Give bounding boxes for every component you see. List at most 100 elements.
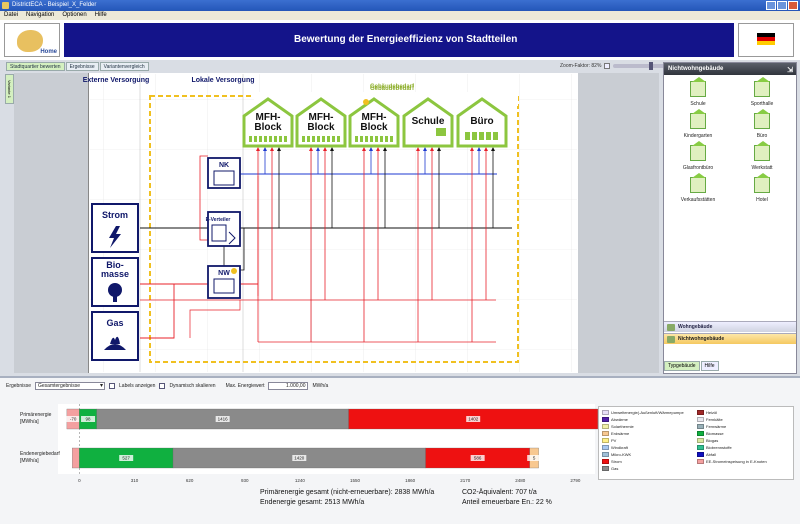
window-titlebar: DistrictECA - Beispiel_X_Felder: [0, 0, 800, 11]
max-energy-unit: MWh/a: [312, 383, 329, 389]
window-title: DistrictECA - Beispiel_X_Felder: [12, 2, 97, 8]
maximize-button[interactable]: [777, 1, 787, 10]
logo-graphic: [17, 30, 43, 52]
legend-swatch: [602, 445, 609, 450]
palette-item-7[interactable]: Hotel: [730, 173, 794, 203]
chart-legend: Umweltenergie(-Außenluft/Wärmepumpe Heizö…: [598, 406, 794, 480]
palette-item-5[interactable]: Werkstatt: [730, 141, 794, 171]
dynamic-scale-checkbox[interactable]: [159, 383, 166, 389]
logo-text: Home: [40, 49, 57, 55]
zoom-out-button[interactable]: [604, 63, 611, 69]
gym-icon: [754, 77, 770, 97]
palette-item-6[interactable]: Verkaufsstätten: [666, 173, 730, 203]
legend-swatch: [602, 459, 609, 464]
german-flag-icon[interactable]: [738, 23, 794, 57]
palette-header: Nichtwohngebäude ⇲: [664, 63, 796, 75]
legend-swatch: [602, 410, 609, 415]
legend-swatch: [697, 438, 704, 443]
legend-item: Strom: [602, 458, 695, 465]
legend-item: Fernwärme: [697, 423, 790, 430]
x-tick-label: 310: [131, 478, 139, 483]
legend-label: Heizöl: [706, 410, 718, 415]
legend-item: Fernkälte: [697, 416, 790, 423]
palette-tabs: Typgebäude Hilfe: [664, 361, 719, 371]
legend-swatch: [602, 417, 609, 422]
palette-item-label: Glasfrontbüro: [682, 165, 714, 171]
labels-checkbox[interactable]: [109, 383, 116, 389]
data-label: 1420: [294, 456, 305, 461]
legend-swatch: [602, 466, 609, 471]
menu-optionen[interactable]: Optionen: [62, 11, 86, 20]
legend-item: Biobrennstoffe: [697, 444, 790, 451]
tab-typgebaeude[interactable]: Typgebäude: [664, 361, 700, 371]
palette-grid: Schule Sporthalle Kindergarten Büro Glasfron…: [664, 75, 796, 209]
glass-office-icon: [690, 141, 706, 161]
legend-label: Gas: [611, 466, 619, 471]
menu-bar: Datei Navigation Optionen Hilfe: [0, 11, 800, 20]
palette-item-0[interactable]: Schule: [666, 77, 730, 107]
school-icon: [690, 77, 706, 97]
legend-item: Windkraft: [602, 444, 695, 451]
menu-navigation[interactable]: Navigation: [26, 11, 54, 20]
results-select[interactable]: Gesamtergebnisse: [35, 382, 106, 390]
legend-swatch: [697, 410, 704, 415]
palette-item-1[interactable]: Sporthalle: [730, 77, 794, 107]
legend-label: Biogas: [706, 438, 719, 443]
category-nichtwohngebaeude[interactable]: Nichtwohngebäude: [664, 333, 796, 344]
close-button[interactable]: [788, 1, 798, 10]
category-label: Nichtwohngebäude: [678, 336, 725, 342]
category-wohngebaeude[interactable]: Wohngebäude: [664, 321, 796, 332]
legend-swatch: [697, 452, 704, 457]
x-tick-label: 1860: [405, 478, 416, 483]
home-logo[interactable]: Home: [4, 23, 60, 57]
palette-item-3[interactable]: Büro: [730, 109, 794, 139]
window-controls: [766, 1, 798, 10]
dynamic-scale-label: Dynamisch skalieren: [169, 383, 216, 389]
kindergarten-icon: [690, 109, 706, 129]
legend-item: Solarthermie: [602, 423, 695, 430]
legend-label: Strom: [611, 459, 622, 464]
data-label: 527: [122, 456, 130, 461]
legend-swatch: [602, 438, 609, 443]
bar-segment: [72, 447, 80, 469]
results-label: Ergebnisse: [6, 383, 32, 389]
tab-variantenvergleich[interactable]: Variantenvergleich: [99, 62, 149, 71]
menu-datei[interactable]: Datei: [4, 11, 18, 20]
x-tick-label: 1550: [350, 478, 361, 483]
palette-item-label: Hotel: [756, 197, 768, 203]
workshop-icon: [754, 141, 770, 161]
legend-label: Fernwärme: [706, 424, 727, 429]
minimize-button[interactable]: [766, 1, 776, 10]
zoom-slider-knob[interactable]: [649, 62, 654, 70]
legend-swatch: [697, 424, 704, 429]
tab-hilfe[interactable]: Hilfe: [700, 361, 719, 371]
legend-label: Biobrennstoffe: [706, 445, 732, 450]
legend-swatch: [602, 452, 609, 457]
legend-label: PV: [611, 438, 617, 443]
pin-icon[interactable]: ⇲: [787, 65, 793, 77]
app-icon: [2, 2, 9, 9]
palette-title: Nichtwohngebäude: [668, 66, 724, 72]
office-icon: [754, 109, 770, 129]
max-energy-input[interactable]: 1.000,00: [268, 382, 309, 390]
legend-item: Biomasse: [697, 430, 790, 437]
tab-variante-1[interactable]: Variante 1: [5, 74, 14, 104]
legend-label: Biomasse: [706, 431, 724, 436]
palette-item-4[interactable]: Glasfrontbüro: [666, 141, 730, 171]
menu-hilfe[interactable]: Hilfe: [95, 11, 107, 20]
data-label: 98: [86, 417, 92, 422]
diagram-sheet[interactable]: [88, 73, 578, 373]
tab-stadtquartier[interactable]: Stadtquartier bewerten: [6, 62, 65, 71]
legend-item: Abfall: [697, 451, 790, 458]
x-tick-label: 620: [186, 478, 194, 483]
legend-item: EE-Stromeinspeisung in E-Knoten: [697, 458, 790, 465]
summary-primary: Primärenergie gesamt (nicht-erneuerbare)…: [260, 489, 435, 496]
legend-label: EE-Stromeinspeisung in E-Knoten: [706, 459, 767, 464]
building-palette: Nichtwohngebäude ⇲ Schule Sporthalle Kinde…: [663, 62, 797, 374]
palette-item-2[interactable]: Kindergarten: [666, 109, 730, 139]
legend-swatch: [602, 424, 609, 429]
tab-ergebnisse[interactable]: Ergebnisse: [65, 62, 99, 71]
legend-swatch: [602, 431, 609, 436]
data-label: 586: [474, 456, 482, 461]
legend-item: Erdwärme: [602, 430, 695, 437]
